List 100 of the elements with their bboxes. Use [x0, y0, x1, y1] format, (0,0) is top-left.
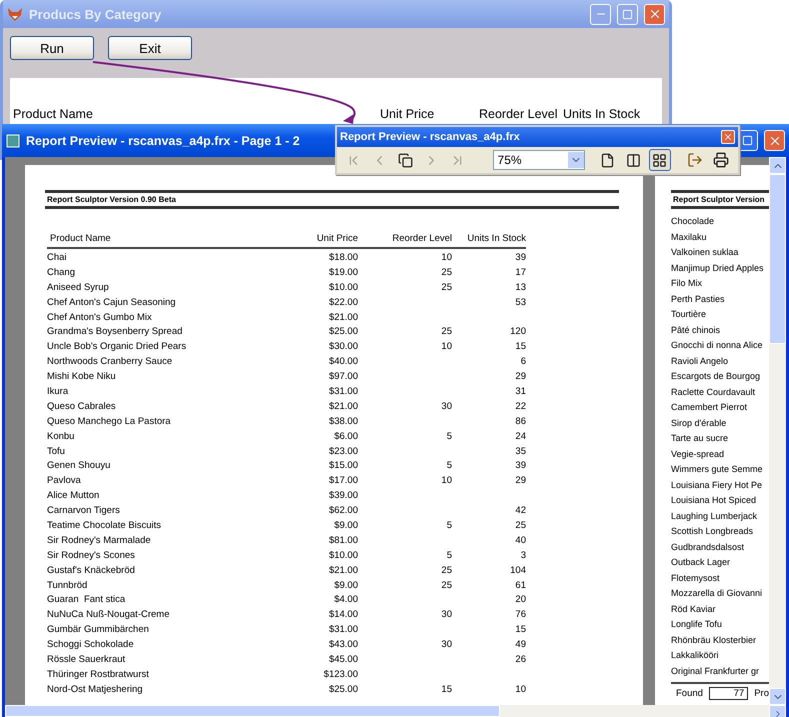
copy-pages-icon: [398, 152, 414, 168]
four-pages-icon: [652, 152, 668, 168]
maximize-icon: [742, 135, 753, 146]
table-cell-text: $25.00: [328, 325, 358, 340]
column-header: Product Name: [47, 233, 257, 249]
table-cell-text: $38.00: [328, 414, 358, 429]
two-pages-icon: [626, 152, 642, 168]
zoom-select[interactable]: 75%: [492, 150, 586, 170]
table-cell-text: Teatime Chocolate Biscuits: [47, 519, 162, 534]
table-cell-text: 39: [514, 251, 526, 265]
exit-door-icon: [687, 152, 704, 168]
table-cell-text: $22.00: [328, 296, 358, 310]
table-cell-text: 29: [514, 474, 526, 488]
table-cell-text: $31.00: [328, 385, 358, 400]
table-cell-text: Camembert Pierrot: [671, 401, 748, 414]
table-cell-text: Tourtière: [671, 308, 708, 321]
table-cell-text: 3: [520, 548, 526, 563]
single-page-icon: [600, 152, 616, 168]
column-header: Unit Price: [257, 233, 358, 249]
table-cell-text: Tunnbröd: [47, 578, 88, 593]
table-cell-text: 24: [514, 430, 526, 444]
table-cell-text: 31: [514, 385, 526, 400]
table-cell-text: 6: [520, 355, 526, 370]
table-cell-text: $21.00: [328, 564, 358, 578]
table-cell-text: Tofu: [47, 444, 66, 459]
scroll-up-button[interactable]: [769, 157, 786, 174]
maximize-button[interactable]: [617, 4, 638, 24]
table-cell-text: $40.00: [328, 355, 358, 370]
table-cell-text: 25: [514, 519, 526, 534]
table-cell-text: $43.00: [328, 638, 358, 652]
table-cell-text: 61: [514, 578, 526, 593]
table-cell-text: 15: [514, 623, 526, 638]
table-cell-text: Gustaf's Knäckebröd: [47, 564, 136, 578]
close-button[interactable]: [721, 130, 735, 144]
table-cell-text: Uncle Bob's Organic Dried Pears: [47, 340, 188, 354]
horizontal-scrollbar[interactable]: [5, 705, 786, 717]
table-cell-text: Wimmers gute Semme: [671, 463, 764, 476]
minimize-button[interactable]: [590, 4, 611, 24]
table-cell-text: 29: [514, 370, 526, 384]
window-icon: [6, 134, 20, 148]
table-cell-text: Aniseed Syrup: [47, 280, 110, 295]
table-cell-text: Ravioli Angelo: [671, 354, 730, 368]
table-cell-text: 5: [446, 430, 452, 444]
table-cell-text: Scottish Longbreads: [671, 525, 754, 538]
table-cell-text: 42: [514, 504, 526, 518]
table-cell-text: Schoggi Schokolade: [47, 638, 135, 652]
table-cell-text: $39.00: [328, 489, 358, 504]
table-cell-text: Mishi Kobe Niku: [47, 370, 117, 384]
table-cell-text: Queso Cabrales: [47, 400, 117, 414]
table-cell-text: 25: [440, 325, 452, 340]
table-cell-text: 10: [440, 474, 452, 488]
column-header: Reorder Level: [479, 107, 559, 121]
table-cell-text: 5: [446, 548, 452, 563]
table-cell-text: 35: [514, 444, 526, 459]
run-button[interactable]: Run: [10, 36, 94, 60]
footer-text: Pro: [754, 688, 769, 699]
vertical-scrollbar[interactable]: [769, 157, 786, 705]
table-cell-text: Rössle Sauerkraut: [47, 653, 126, 668]
table-cell-text: Konbu: [47, 430, 76, 444]
table-cell-text: Perth Pasties: [671, 292, 726, 306]
fox-icon: [7, 6, 23, 22]
table-cell-text: Ikura: [47, 385, 70, 400]
window-title: Report Preview - rscanvas_a4p.frx - Page 1 - 2: [26, 134, 300, 148]
table-cell-text: $25.00: [328, 682, 358, 697]
table-cell-text: 76: [514, 608, 526, 622]
table-cell-text: Thüringer Rostbratwurst: [47, 668, 150, 682]
table-cell-text: 17: [514, 266, 526, 280]
table-cell-text: $10.00: [328, 280, 358, 295]
table-cell-text: $9.00: [333, 519, 358, 534]
table-cell-text: $45.00: [328, 653, 358, 668]
scroll-right-button[interactable]: [769, 705, 786, 717]
scroll-down-button[interactable]: [769, 688, 786, 705]
column-header: Reorder Level: [358, 233, 452, 249]
table-cell-text: Alice Mutton: [47, 489, 100, 504]
table-cell-text: $18.00: [328, 251, 358, 265]
exit-button[interactable]: Exit: [108, 36, 192, 60]
table-cell-text: Queso Manchego La Pastora: [47, 414, 172, 429]
table-cell-text: Louisiana Fiery Hot Pe: [671, 478, 764, 492]
table-cell-text: $97.00: [328, 370, 358, 384]
table-cell-text: Northwoods Cranberry Sauce: [47, 355, 174, 370]
table-cell-text: $81.00: [328, 534, 358, 548]
table-cell-text: Tarte au sucre: [671, 432, 730, 445]
table-cell-text: $17.00: [328, 474, 358, 488]
table-cell-text: 20: [514, 593, 526, 608]
close-button[interactable]: [764, 130, 785, 151]
table-cell-text: Röd Kaviar: [671, 602, 717, 616]
table-cell-text: 15: [440, 682, 452, 697]
table-cell-text: 86: [514, 414, 526, 429]
print-icon: [713, 152, 730, 168]
four-pages-button[interactable]: [648, 149, 671, 171]
table-cell-text: 25: [440, 280, 452, 295]
table-cell-text: Filo Mix: [671, 277, 703, 290]
table-cell-text: Grandma's Boysenberry Spread: [47, 325, 184, 340]
scroll-thumb[interactable]: [769, 174, 786, 344]
close-button[interactable]: [644, 4, 665, 24]
table-cell-text: $21.00: [328, 400, 358, 414]
table-cell-text: Chang: [47, 266, 76, 280]
table-cell-text: $4.00: [333, 593, 358, 608]
scroll-thumb[interactable]: [5, 705, 500, 717]
table-cell-text: Gumbär Gummibärchen: [47, 623, 150, 638]
